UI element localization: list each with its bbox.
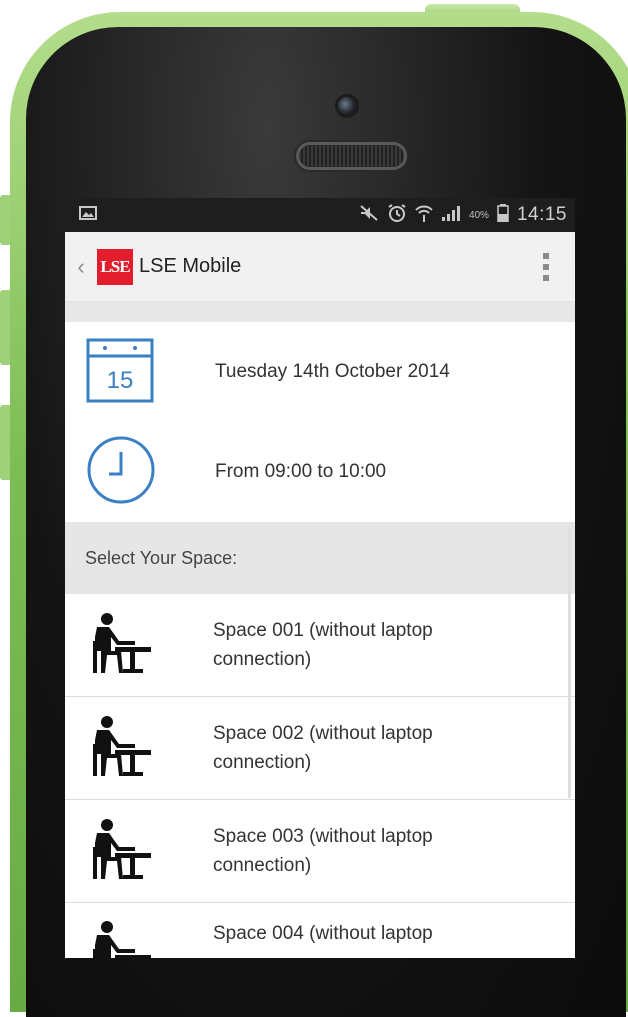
booking-time: From 09:00 to 10:00 xyxy=(215,461,387,482)
booking-date: Tuesday 14th October 2014 xyxy=(215,361,450,382)
desk-icon xyxy=(85,817,153,886)
alarm-icon xyxy=(387,203,407,227)
space-item-004[interactable]: Space 004 (without laptop xyxy=(65,903,575,958)
desk-icon xyxy=(85,919,153,958)
scrollbar-thumb[interactable] xyxy=(568,528,571,798)
app-title: LSE Mobile xyxy=(139,255,242,277)
back-chevron-icon[interactable]: ‹ xyxy=(69,254,93,280)
space-list: Space 001 (without laptop connection) Sp… xyxy=(65,594,575,958)
select-space-header: Select Your Space: xyxy=(65,522,575,594)
time-row: From 09:00 to 10:00 xyxy=(65,422,575,522)
space-label: Space 003 (without laptop connection) xyxy=(213,825,433,876)
status-icons: 40% 14:15 xyxy=(359,203,567,227)
space-item-002[interactable]: Space 002 (without laptop connection) xyxy=(65,697,575,800)
desk-icon xyxy=(85,714,153,783)
desk-icon xyxy=(85,611,153,680)
battery-icon xyxy=(497,204,509,226)
lse-logo: LSE xyxy=(97,248,133,285)
header-divider-band xyxy=(65,302,575,322)
phone-screen: 40% 14:15 ‹ LSE LSE Mobile 15 Tuesday 14… xyxy=(65,198,575,958)
space-item-003[interactable]: Space 003 (without laptop connection) xyxy=(65,800,575,903)
calendar-day: 15 xyxy=(107,367,134,394)
space-label: Space 002 (without laptop connection) xyxy=(213,722,433,773)
image-icon xyxy=(79,206,97,224)
calendar-icon: 15 xyxy=(85,336,155,409)
overflow-menu-icon[interactable] xyxy=(537,247,555,287)
clock-icon xyxy=(85,434,157,511)
earpiece-speaker xyxy=(299,145,404,167)
status-bar: 40% 14:15 xyxy=(65,198,575,232)
status-time: 14:15 xyxy=(516,204,567,225)
battery-percent: 40% xyxy=(468,209,489,221)
space-label: Space 001 (without laptop connection) xyxy=(213,619,433,670)
space-item-001[interactable]: Space 001 (without laptop connection) xyxy=(65,594,575,697)
space-label: Space 004 (without laptop xyxy=(213,923,433,944)
app-bar: ‹ LSE LSE Mobile xyxy=(65,232,575,302)
front-camera xyxy=(338,97,356,115)
date-row: 15 Tuesday 14th October 2014 xyxy=(65,322,575,422)
mute-icon xyxy=(359,204,379,226)
signal-icon xyxy=(441,204,461,226)
wifi-icon xyxy=(415,203,433,227)
